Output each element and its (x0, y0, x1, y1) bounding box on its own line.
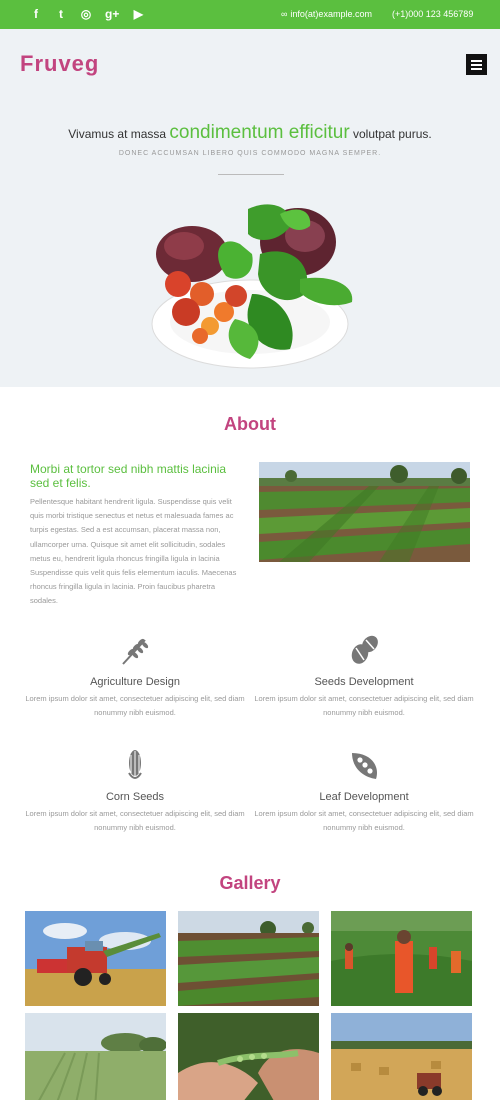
dribbble-icon[interactable]: ◎ (80, 7, 92, 21)
contact-email[interactable]: ∞ info(at)example.com (281, 9, 372, 19)
pea-pods-hands-image (178, 1013, 319, 1100)
crop-field-image (259, 462, 470, 562)
feature-title: Corn Seeds (105, 791, 165, 803)
contact-phone: (+1)000 123 456789 (392, 9, 474, 19)
vegetable-field-image (178, 911, 319, 1006)
about-heading: Morbi at tortor sed nibh mattis lacinia … (30, 462, 227, 490)
corn-icon (128, 750, 142, 779)
gallery-item-harvester[interactable] (25, 911, 166, 1006)
facebook-icon[interactable]: f (30, 7, 42, 21)
site-logo[interactable]: Fruveg (20, 51, 99, 77)
tea-pickers-image (331, 911, 472, 1006)
seeds-icon (351, 635, 378, 664)
gallery-item-wheat-field[interactable] (25, 1013, 166, 1100)
gallery-item-field[interactable] (178, 911, 319, 1006)
feature-title: Seeds Development (314, 676, 414, 688)
gallery-item-hay-field[interactable] (331, 1013, 472, 1100)
feature-corn-seeds: Corn Seeds Lorem ipsum dolor sit amet, c… (25, 747, 245, 835)
feature-title: Agriculture Design (90, 676, 180, 688)
hero-section: Fruveg Vivamus at massa condimentum effi… (0, 29, 500, 387)
feature-desc: Lorem ipsum dolor sit amet, consectetuer… (254, 809, 474, 832)
feature-desc: Lorem ipsum dolor sit amet, consectetuer… (25, 694, 245, 717)
feature-leaf-development: Leaf Development Lorem ipsum dolor sit a… (254, 747, 474, 835)
gallery-item-pea-hands[interactable] (178, 1013, 319, 1100)
feature-desc: Lorem ipsum dolor sit amet, consectetuer… (25, 809, 245, 832)
twitter-icon[interactable]: t (55, 7, 67, 21)
hero-divider (218, 174, 284, 175)
pea-pod-icon (352, 753, 377, 779)
gallery-item-tea-pickers[interactable] (331, 911, 472, 1006)
social-links: f t ◎ g+ ▶ (30, 7, 144, 21)
vegetable-bowl-image (151, 204, 353, 369)
feature-desc: Lorem ipsum dolor sit amet, consectetuer… (254, 694, 474, 717)
mail-icon: ∞ (281, 9, 288, 19)
harvester-image (25, 911, 166, 1006)
about-title: About (224, 414, 276, 434)
feature-title: Leaf Development (319, 791, 409, 803)
youtube-icon[interactable]: ▶ (132, 7, 144, 21)
feature-seeds-development: Seeds Development Lorem ipsum dolor sit … (254, 632, 474, 720)
hamburger-menu-icon[interactable] (466, 54, 487, 75)
wheat-field-image (25, 1013, 166, 1100)
feature-agriculture-design: Agriculture Design Lorem ipsum dolor sit… (25, 632, 245, 720)
about-text: Pellentesque habitant hendrerit ligula. … (30, 497, 237, 606)
hay-bales-image (331, 1013, 472, 1100)
google-plus-icon[interactable]: g+ (105, 7, 119, 21)
hero-lead: Vivamus at massa condimentum efficitur v… (0, 122, 500, 144)
hero-lead-end: volutpat purus. (349, 127, 432, 141)
hero-lead-accent: condimentum efficitur (169, 122, 350, 143)
hero-lead-start: Vivamus at massa (68, 127, 170, 141)
gallery-title: Gallery (219, 873, 281, 893)
top-bar: f t ◎ g+ ▶ ∞ info(at)example.com (+1)000 … (0, 0, 500, 29)
email-link[interactable]: info(at)example.com (290, 9, 372, 19)
wheat-icon (122, 638, 149, 665)
hero-subtitle: DONEC ACCUMSAN LIBERO QUIS COMMODO MAGNA… (118, 150, 382, 157)
